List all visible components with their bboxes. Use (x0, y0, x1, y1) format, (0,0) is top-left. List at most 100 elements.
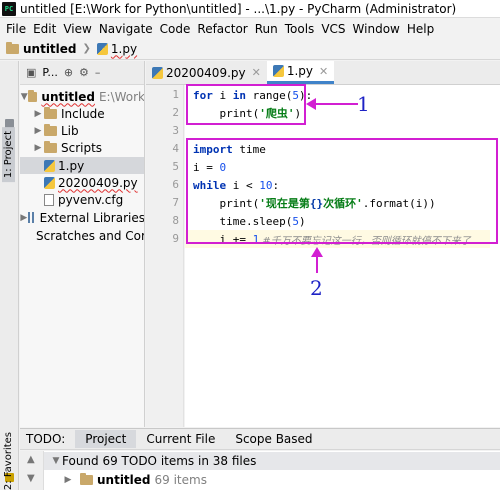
todo-toolbar: ▲ ▼ (20, 451, 44, 490)
chevron-right-icon[interactable]: ▶ (62, 475, 74, 485)
breadcrumb-file-label: 1.py (110, 41, 138, 56)
annotation-box-1 (186, 84, 306, 125)
library-icon (27, 212, 36, 223)
line-number: 4 (172, 142, 179, 155)
tree-item-external-libraries[interactable]: ▶ External Libraries (20, 209, 145, 226)
text-file-icon (44, 193, 54, 206)
tree-item-label: External Libraries (39, 210, 145, 225)
tree-item-scripts[interactable]: ▶ Scripts (20, 139, 144, 156)
tree-item-path: E:\Work (98, 89, 145, 104)
tree-item-pyvenv[interactable]: pyvenv.cfg (20, 191, 144, 208)
menu-run[interactable]: Run (253, 22, 283, 36)
todo-panel-label: TODO: (26, 432, 66, 446)
breadcrumb-project-label: untitled (23, 41, 77, 56)
folder-icon (44, 123, 57, 136)
code-editor[interactable]: for i in range(5): print('爬虫') import ti… (185, 85, 500, 427)
menu-bar: File Edit View Navigate Code Refactor Ru… (0, 19, 500, 38)
chevron-right-icon[interactable]: ▶ (32, 109, 44, 119)
tree-item-label: Lib (61, 123, 79, 138)
tab-project[interactable]: Project (75, 430, 137, 448)
tree-item-label: Scripts (61, 140, 103, 155)
tab-scope-based[interactable]: Scope Based (225, 430, 322, 448)
editor-tab-bar: 20200409.py ✕ 1.py ✕ (146, 61, 500, 85)
breadcrumb: untitled ❯ 1.py (0, 38, 500, 60)
expand-arrow-icon[interactable]: ▼ (27, 473, 35, 484)
todo-project-row[interactable]: ▶ untitled 69 items (62, 471, 207, 489)
python-file-icon (152, 66, 163, 79)
tree-item-lib[interactable]: ▶ Lib (20, 122, 144, 139)
line-number: 7 (172, 196, 179, 209)
editor-tab-label: 20200409.py (166, 65, 246, 80)
annotation-number-2: 2 (310, 276, 323, 300)
todo-project-name: untitled (97, 473, 151, 487)
arrow-left-icon (306, 98, 358, 110)
menu-edit[interactable]: Edit (31, 22, 61, 36)
folder-icon (6, 41, 19, 54)
project-view-icon: ▣ (26, 66, 37, 79)
tree-item-untitled[interactable]: ▼ untitled E:\Work (20, 88, 145, 105)
tool-tab-favorites[interactable]: 2: Favorites (3, 432, 14, 490)
folder-icon (44, 140, 57, 153)
breadcrumb-project[interactable]: untitled (6, 41, 77, 56)
editor-tab-1py[interactable]: 1.py ✕ (266, 61, 335, 84)
breadcrumb-separator-icon: ❯ (82, 43, 91, 54)
menu-file[interactable]: File (4, 22, 31, 36)
todo-project-count: 69 items (154, 473, 207, 487)
line-number-gutter: 1 2 3 4 5 6 7 8 9 (146, 85, 184, 427)
menu-view[interactable]: View (61, 22, 96, 36)
python-file-icon (96, 42, 108, 55)
chevron-right-icon[interactable]: ▶ (32, 143, 44, 153)
tab-current-file[interactable]: Current File (136, 430, 225, 448)
line-number: 1 (172, 88, 179, 101)
python-file-icon (44, 159, 55, 172)
menu-code[interactable]: Code (158, 22, 196, 36)
tree-item-20200409py[interactable]: 20200409.py (20, 174, 144, 191)
window-title: untitled [E:\Work for Python\untitled] -… (20, 1, 457, 16)
menu-help[interactable]: Help (405, 22, 439, 36)
breadcrumb-file[interactable]: 1.py (96, 41, 138, 56)
line-number: 5 (172, 160, 179, 173)
menu-navigate[interactable]: Navigate (97, 22, 158, 36)
close-icon[interactable]: ✕ (252, 66, 261, 79)
chevron-down-icon[interactable]: ▼ (20, 92, 28, 102)
line-number: 6 (172, 178, 179, 191)
tree-item-include[interactable]: ▶ Include (20, 105, 144, 122)
folder-icon (80, 473, 93, 485)
tree-item-1py[interactable]: 1.py (20, 157, 144, 174)
close-icon[interactable]: ✕ (319, 65, 328, 78)
line-number: 8 (172, 214, 179, 227)
todo-summary: Found 69 TODO items in 38 files (62, 454, 257, 468)
python-file-icon (44, 176, 55, 189)
chevron-right-icon[interactable]: ▶ (20, 213, 28, 223)
line-number: 2 (172, 106, 179, 119)
python-file-icon (272, 65, 284, 77)
project-toolbar: ▣ P... ⊕ ⚙ – (20, 61, 144, 85)
arrow-up-icon (311, 247, 323, 273)
settings-icon[interactable]: ⚙ (79, 66, 89, 79)
tool-tab-project[interactable]: 1: Project (2, 127, 15, 183)
menu-vcs[interactable]: VCS (319, 22, 350, 36)
tree-item-label: Include (61, 106, 105, 121)
locate-icon[interactable]: ⊕ (64, 66, 73, 79)
tree-item-scratches[interactable]: Scratches and Cor (20, 227, 144, 244)
menu-refactor[interactable]: Refactor (195, 22, 252, 36)
project-view-dropdown[interactable]: P... (42, 66, 57, 79)
annotation-number-1: 1 (357, 92, 370, 116)
todo-summary-row[interactable]: ▼ Found 69 TODO items in 38 files (44, 452, 500, 470)
chevron-down-icon[interactable]: ▼ (50, 456, 62, 466)
editor-tab-20200409[interactable]: 20200409.py ✕ (146, 61, 267, 84)
line-number: 3 (172, 124, 179, 137)
title-bar: PC untitled [E:\Work for Python\untitled… (0, 0, 500, 18)
tree-item-label: pyvenv.cfg (58, 192, 124, 207)
line-number: 9 (172, 232, 179, 245)
collapse-arrow-icon[interactable]: ▲ (27, 454, 35, 465)
chevron-right-icon[interactable]: ▶ (32, 126, 44, 136)
menu-window[interactable]: Window (351, 22, 405, 36)
menu-tools[interactable]: Tools (283, 22, 320, 36)
project-panel: ▣ P... ⊕ ⚙ – ▼ untitled E:\Work ▶ Includ… (20, 61, 145, 427)
tree-item-label: untitled (41, 89, 95, 104)
folder-icon (44, 106, 57, 119)
hide-icon[interactable]: – (95, 66, 101, 79)
left-tool-strip: 1: Project (0, 61, 19, 490)
annotation-box-2 (186, 138, 498, 244)
